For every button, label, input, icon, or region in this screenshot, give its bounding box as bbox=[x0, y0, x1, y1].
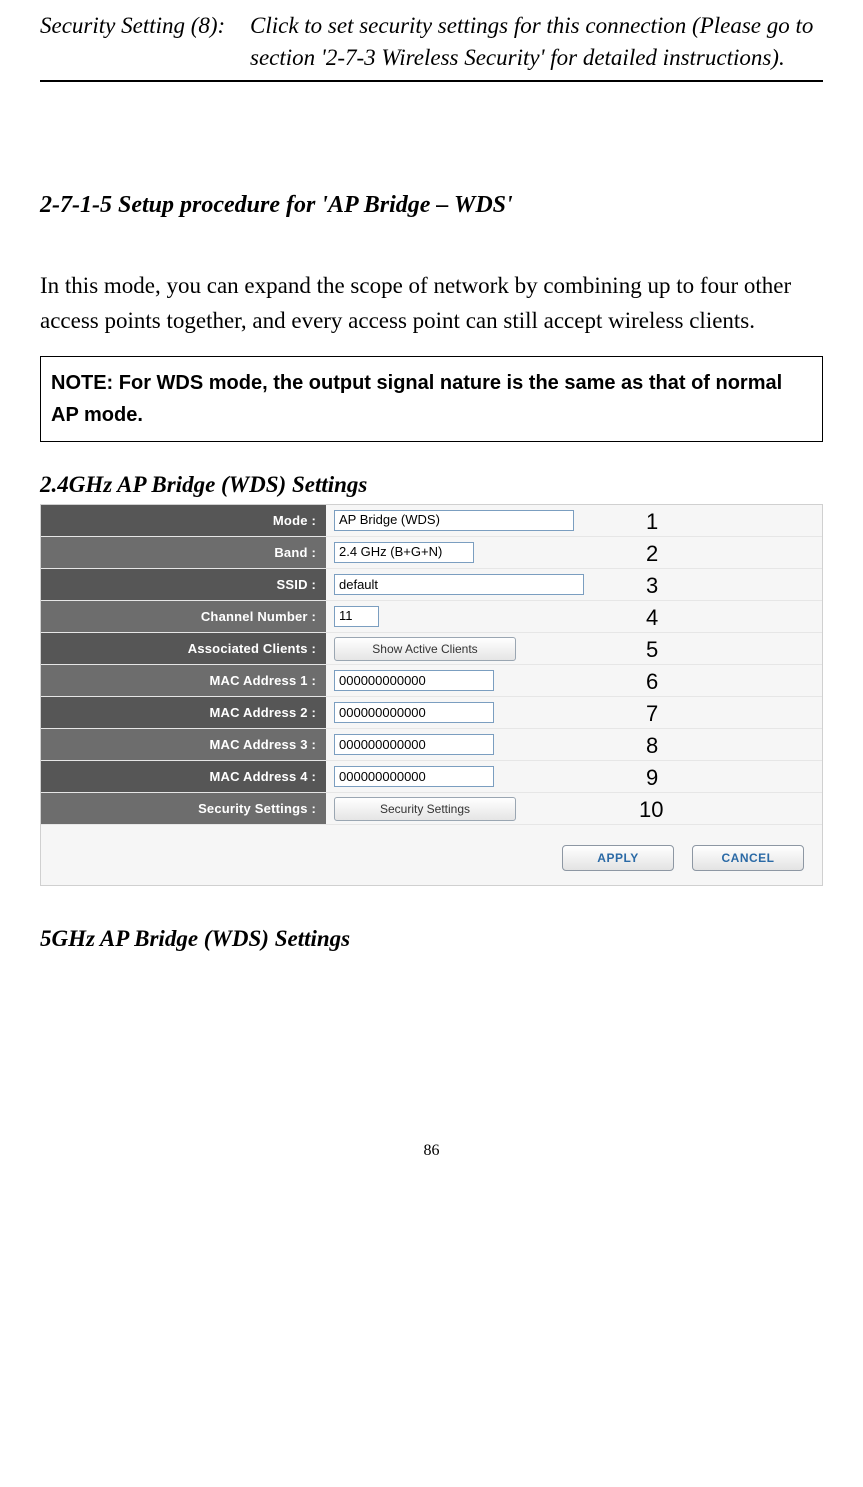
row-band: Band : 2.4 GHz (B+G+N) bbox=[41, 537, 822, 569]
sub-heading-24ghz: 2.4GHz AP Bridge (WDS) Settings bbox=[40, 472, 823, 498]
annotation-7: 7 bbox=[646, 701, 658, 727]
row-mode: Mode : AP Bridge (WDS) bbox=[41, 505, 822, 537]
label-ssid: SSID : bbox=[41, 569, 326, 600]
page-number: 86 bbox=[40, 1142, 823, 1160]
label-mode: Mode : bbox=[41, 505, 326, 536]
apply-button[interactable]: APPLY bbox=[562, 845, 674, 871]
annotation-6: 6 bbox=[646, 669, 658, 695]
label-mac1: MAC Address 1 : bbox=[41, 665, 326, 696]
label-band: Band : bbox=[41, 537, 326, 568]
row-mac2: MAC Address 2 : bbox=[41, 697, 822, 729]
sub-heading-5ghz: 5GHz AP Bridge (WDS) Settings bbox=[40, 926, 823, 952]
settings-panel: Mode : AP Bridge (WDS) Band : 2.4 GHz (B… bbox=[40, 504, 823, 886]
top-setting-row: Security Setting (8): Click to set secur… bbox=[40, 10, 823, 82]
row-ssid: SSID : bbox=[41, 569, 822, 601]
annotation-3: 3 bbox=[646, 573, 658, 599]
row-security: Security Settings : Security Settings bbox=[41, 793, 822, 825]
label-channel: Channel Number : bbox=[41, 601, 326, 632]
annotation-1: 1 bbox=[646, 509, 658, 535]
select-band[interactable]: 2.4 GHz (B+G+N) bbox=[334, 542, 474, 563]
label-security: Security Settings : bbox=[41, 793, 326, 824]
note-box: NOTE: For WDS mode, the output signal na… bbox=[40, 356, 823, 442]
input-mac2[interactable] bbox=[334, 702, 494, 723]
row-channel: Channel Number : 11 bbox=[41, 601, 822, 633]
input-mac4[interactable] bbox=[334, 766, 494, 787]
row-mac1: MAC Address 1 : bbox=[41, 665, 822, 697]
show-active-clients-button[interactable]: Show Active Clients bbox=[334, 637, 516, 661]
row-assoc-clients: Associated Clients : Show Active Clients bbox=[41, 633, 822, 665]
label-mac3: MAC Address 3 : bbox=[41, 729, 326, 760]
annotation-5: 5 bbox=[646, 637, 658, 663]
annotation-2: 2 bbox=[646, 541, 658, 567]
annotation-4: 4 bbox=[646, 605, 658, 631]
row-mac3: MAC Address 3 : bbox=[41, 729, 822, 761]
select-channel[interactable]: 11 bbox=[334, 606, 379, 627]
top-setting-desc: Click to set security settings for this … bbox=[250, 10, 823, 74]
select-mode[interactable]: AP Bridge (WDS) bbox=[334, 510, 574, 531]
annotation-9: 9 bbox=[646, 765, 658, 791]
annotation-8: 8 bbox=[646, 733, 658, 759]
label-assoc-clients: Associated Clients : bbox=[41, 633, 326, 664]
button-row: APPLY CANCEL bbox=[41, 825, 822, 877]
section-heading: 2-7-1-5 Setup procedure for 'AP Bridge –… bbox=[40, 192, 823, 219]
label-mac4: MAC Address 4 : bbox=[41, 761, 326, 792]
input-mac1[interactable] bbox=[334, 670, 494, 691]
security-settings-button[interactable]: Security Settings bbox=[334, 797, 516, 821]
intro-paragraph: In this mode, you can expand the scope o… bbox=[40, 269, 823, 338]
row-mac4: MAC Address 4 : bbox=[41, 761, 822, 793]
label-mac2: MAC Address 2 : bbox=[41, 697, 326, 728]
annotation-10: 10 bbox=[639, 797, 663, 823]
input-ssid[interactable] bbox=[334, 574, 584, 595]
top-setting-label: Security Setting (8): bbox=[40, 10, 250, 74]
input-mac3[interactable] bbox=[334, 734, 494, 755]
cancel-button[interactable]: CANCEL bbox=[692, 845, 804, 871]
